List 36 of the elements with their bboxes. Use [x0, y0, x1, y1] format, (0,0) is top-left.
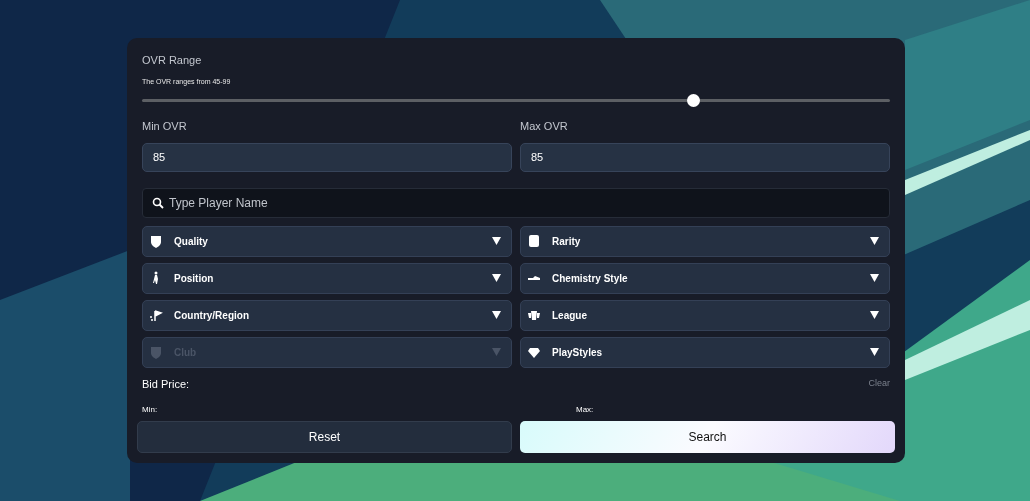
caret-icon — [492, 348, 501, 356]
flag-icon — [149, 308, 163, 322]
shield-icon — [149, 345, 163, 359]
search-field[interactable]: Type Player Name — [142, 187, 890, 218]
min-ovr-input[interactable]: 85 — [142, 142, 512, 172]
search-icon — [152, 196, 164, 209]
search-button[interactable]: Search — [520, 421, 895, 453]
field-label: Max OVR — [520, 119, 569, 134]
caret-icon — [492, 274, 501, 282]
card-icon — [527, 234, 541, 248]
filter-dropdown[interactable]: Chemistry Style — [520, 262, 890, 294]
filter-dropdown[interactable]: Rarity — [520, 225, 890, 257]
crowd-icon — [527, 308, 541, 322]
caret-icon — [870, 311, 879, 319]
caret-icon — [492, 311, 501, 319]
filter-dropdown[interactable]: League — [520, 299, 890, 331]
caret-icon — [870, 237, 879, 245]
boot-icon — [527, 275, 541, 281]
shield-icon — [149, 234, 163, 248]
caret-icon — [870, 274, 879, 282]
filter-dropdown[interactable]: Position — [142, 262, 512, 294]
field-label: Min: — [142, 405, 158, 414]
field-label: Min OVR — [142, 119, 188, 134]
caret-icon — [870, 348, 879, 356]
gem-icon — [527, 345, 541, 359]
section-title: OVR Range — [142, 53, 203, 68]
slider-thumb[interactable] — [687, 94, 701, 107]
clear-link[interactable]: Clear — [868, 377, 890, 391]
filter-dropdown[interactable]: Quality — [142, 225, 512, 257]
reset-button[interactable]: Reset — [137, 421, 512, 453]
filter-dropdown[interactable]: PlayStyles — [520, 336, 890, 368]
section-title: Bid Price: — [142, 376, 190, 392]
caret-icon — [492, 237, 501, 245]
max-ovr-input[interactable]: 85 — [520, 142, 890, 172]
filter-dropdown[interactable]: Country/Region — [142, 299, 512, 331]
field-label: Max: — [576, 405, 594, 414]
